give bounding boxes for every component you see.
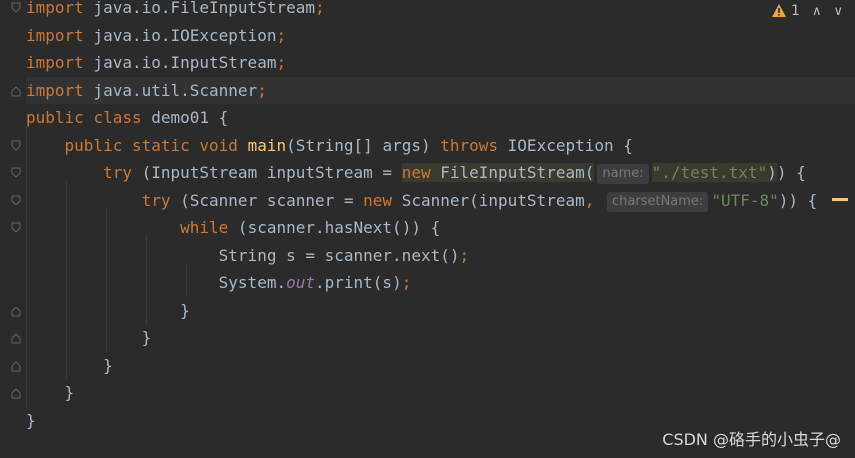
warning-count: 1 [791, 3, 800, 19]
fold-close-icon[interactable] [11, 387, 21, 399]
code-token: (InputStream inputStream = [131, 163, 402, 182]
indent-guide [66, 181, 67, 379]
code-token: public [26, 108, 84, 127]
code-token: ; [459, 245, 470, 265]
code-token: java.io.IOException [83, 25, 277, 45]
code-token: new [363, 190, 393, 210]
code-token: } [26, 410, 36, 430]
code-token: ; [314, 0, 325, 17]
code-token: Scanner(inputStream [392, 190, 585, 210]
code-token: java.io.InputStream [83, 53, 277, 72]
code-token: class [93, 108, 142, 127]
code-line[interactable]: import java.util.Scanner; [26, 76, 855, 104]
code-line[interactable]: } [26, 324, 855, 351]
code-token: public [64, 135, 123, 155]
code-token: new [401, 163, 431, 182]
chevron-up-icon[interactable]: ∧ [812, 4, 822, 19]
code-token: ; [257, 80, 267, 100]
code-token: demo01 { [141, 108, 229, 127]
code-token: } [26, 300, 190, 320]
code-token: import [26, 53, 84, 72]
code-token: ) [767, 163, 777, 182]
code-token: try [141, 190, 171, 210]
code-editor[interactable]: import java.io.FileInputStream; import ja… [0, 0, 855, 458]
code-token: } [26, 355, 113, 375]
code-token: (String[] args) [286, 135, 441, 155]
code-token: FileInputStream( [430, 163, 595, 182]
code-token: "UTF-8" [711, 190, 779, 210]
indent-guide [26, 126, 27, 407]
fold-open-icon[interactable] [11, 140, 21, 152]
code-line[interactable]: System.out.print(s); [26, 269, 855, 296]
code-token: } [26, 328, 152, 347]
fold-open-icon[interactable] [11, 222, 21, 234]
code-line[interactable]: import java.io.IOException; [26, 22, 855, 49]
watermark: CSDN @硌手的小虫子@ [662, 430, 841, 449]
code-line[interactable]: } [26, 352, 855, 379]
code-line[interactable]: while (scanner.hasNext()) { [26, 214, 855, 241]
fold-close-icon[interactable] [11, 305, 21, 317]
code-token: IOException { [498, 135, 633, 155]
parameter-hint: name: [597, 164, 649, 184]
code-token: out [286, 273, 315, 292]
fold-close-icon[interactable] [11, 332, 21, 344]
inspection-widget[interactable]: 1 ∧ ∨ [771, 0, 855, 22]
code-token: } [26, 383, 75, 402]
parameter-hint: charsetName: [607, 191, 709, 212]
code-token: java.util.Scanner [83, 80, 258, 100]
fold-open-icon[interactable] [11, 2, 21, 14]
code-line[interactable]: import java.io.FileInputStream; [26, 0, 855, 21]
code-token: try [103, 163, 132, 182]
code-line[interactable]: public class demo01 { [26, 104, 855, 131]
code-line[interactable]: try (Scanner scanner = new Scanner(input… [26, 187, 855, 214]
brace-match-marker [832, 198, 848, 201]
code-token: ; [276, 53, 287, 72]
fold-close-icon[interactable] [11, 360, 21, 372]
code-token: (Scanner scanner = [170, 190, 364, 210]
code-token: java.io.FileInputStream [83, 0, 315, 17]
code-token: )) { [778, 190, 818, 210]
code-token: ) { [776, 163, 806, 182]
warning-icon[interactable] [771, 3, 787, 19]
code-line[interactable]: } [26, 297, 855, 324]
code-line[interactable]: String s = scanner.next(); [26, 242, 855, 269]
code-token: ; [276, 25, 287, 45]
code-token: import [26, 0, 84, 17]
code-line[interactable]: import java.io.InputStream; [26, 49, 855, 76]
code-token: "./test.txt" [651, 163, 768, 182]
code-token: throws [440, 135, 499, 155]
code-line[interactable]: try (InputStream inputStream = new FileI… [26, 159, 855, 186]
code-token: import [26, 25, 84, 45]
code-line[interactable]: } [26, 379, 855, 406]
indent-guide [186, 263, 187, 297]
chevron-down-icon[interactable]: ∨ [833, 4, 843, 19]
code-token: main [247, 135, 287, 155]
code-token: static [131, 135, 190, 155]
fold-close-icon[interactable] [11, 85, 21, 97]
code-token: , [584, 190, 595, 210]
fold-open-icon[interactable] [11, 167, 21, 179]
code-token: .print(s) [315, 273, 402, 292]
fold-open-icon[interactable] [11, 195, 21, 207]
code-token: ; [401, 273, 412, 292]
code-token: String s = scanner.next() [26, 245, 460, 265]
code-token: System. [26, 273, 287, 292]
code-token: (scanner.hasNext()) { [228, 218, 441, 237]
code-token: while [180, 218, 229, 237]
indent-guide [146, 236, 147, 324]
indent-guide [106, 208, 107, 352]
code-token: import [26, 80, 84, 100]
code-token: void [199, 135, 238, 155]
code-line[interactable]: public static void main(String[] args) t… [26, 132, 855, 159]
